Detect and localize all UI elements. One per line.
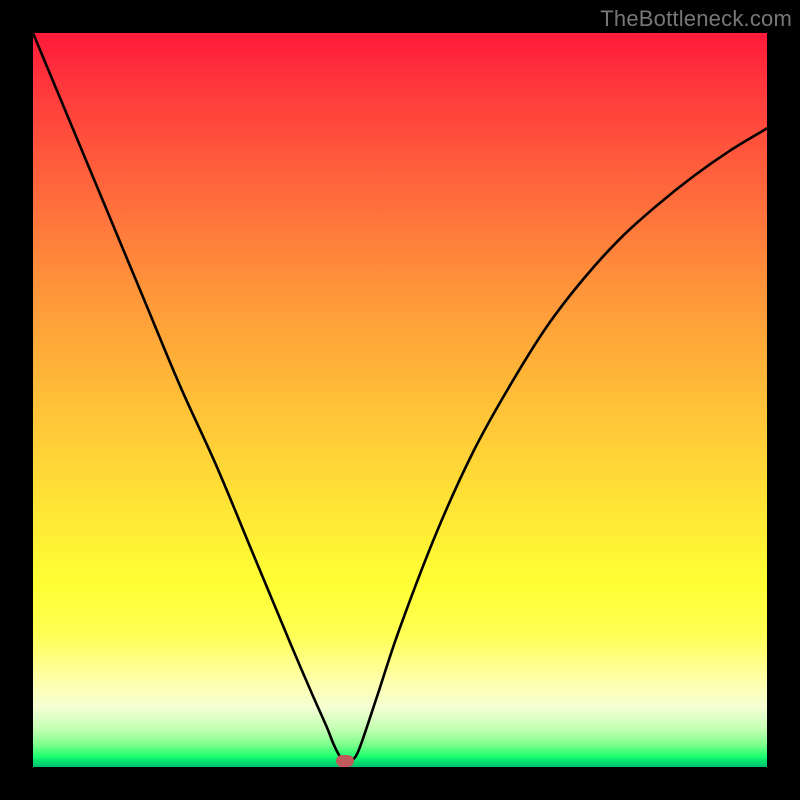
watermark-text: TheBottleneck.com: [600, 6, 792, 32]
bottleneck-curve: [33, 33, 767, 761]
chart-frame: TheBottleneck.com: [0, 0, 800, 800]
plot-area: [33, 33, 767, 767]
curve-layer: [33, 33, 767, 767]
optimal-point-marker: [336, 755, 354, 767]
